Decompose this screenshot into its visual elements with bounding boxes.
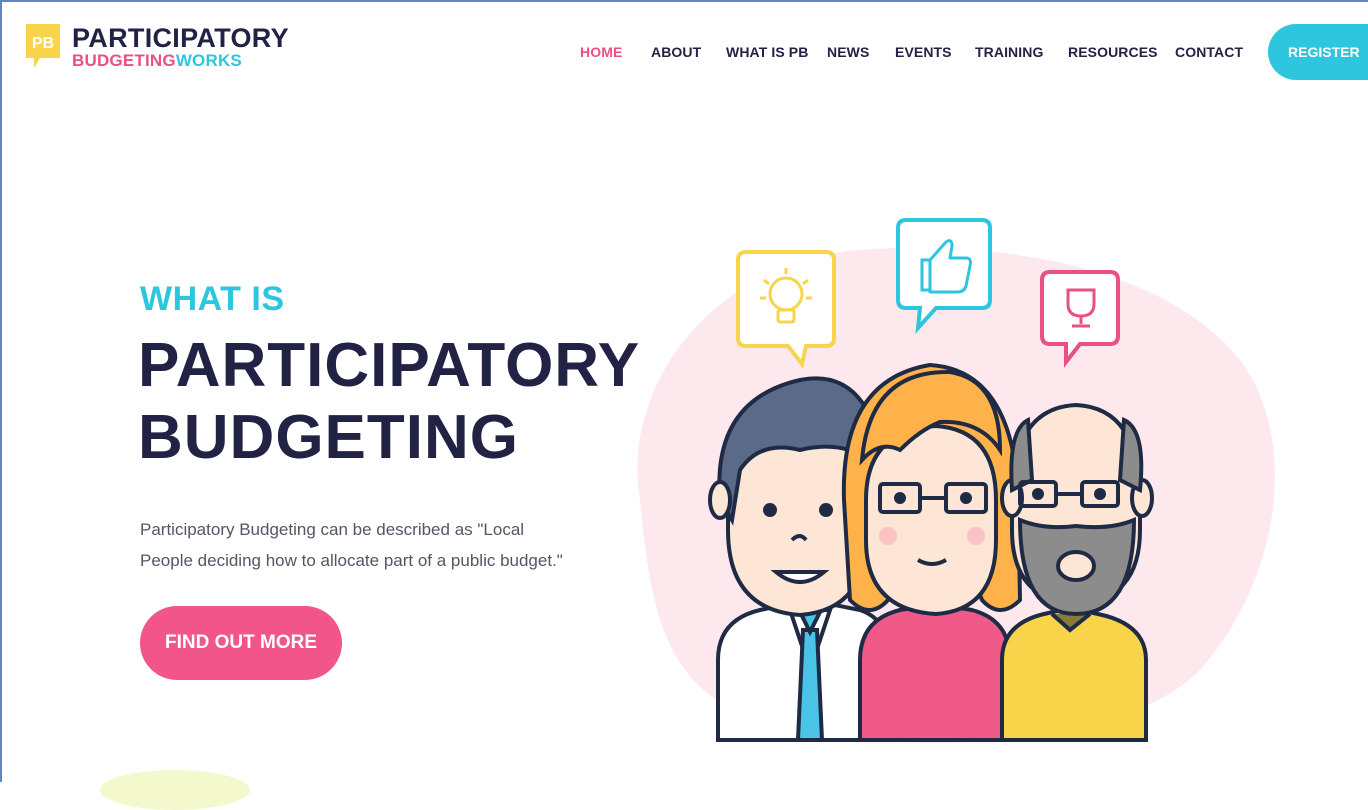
hero-title-line1: PARTICIPATORY bbox=[138, 331, 641, 400]
hero-illustration bbox=[637, 218, 1275, 743]
hero-kicker: WHAT IS bbox=[140, 280, 285, 318]
logo-speech-badge-icon: PB bbox=[26, 24, 60, 68]
hero-title: PARTICIPATORY BUDGETING bbox=[138, 330, 640, 474]
lightbulb-icon bbox=[736, 250, 836, 369]
hero-description: Participatory Budgeting can be described… bbox=[140, 520, 563, 570]
decorative-yellow-blob bbox=[100, 770, 250, 810]
svg-text:PB: PB bbox=[32, 35, 54, 52]
nav-home[interactable]: HOME bbox=[580, 44, 622, 60]
site-logo[interactable]: PB PARTICIPATORY BUDGETINGWORKS bbox=[26, 24, 289, 84]
logo-subtitle: BUDGETINGWORKS bbox=[72, 51, 242, 71]
woman-center-figure bbox=[841, 362, 1023, 742]
register-button[interactable]: REGISTER bbox=[1268, 24, 1368, 80]
logo-sub-budgeting: BUDGETING bbox=[72, 51, 176, 70]
nav-resources[interactable]: RESOURCES bbox=[1068, 44, 1158, 60]
find-out-more-button[interactable]: FIND OUT MORE bbox=[140, 606, 342, 680]
older-man-right-figure bbox=[1000, 402, 1154, 742]
nav-contact[interactable]: CONTACT bbox=[1175, 44, 1243, 60]
logo-sub-works: WORKS bbox=[175, 51, 242, 70]
nav-about[interactable]: ABOUT bbox=[651, 44, 701, 60]
logo-title: PARTICIPATORY bbox=[72, 23, 289, 53]
nav-what-is-pb[interactable]: WHAT IS PB bbox=[726, 44, 808, 60]
nav-events[interactable]: EVENTS bbox=[895, 44, 952, 60]
nav-training[interactable]: TRAINING bbox=[975, 44, 1043, 60]
hero-title-line2: BUDGETING bbox=[138, 403, 519, 472]
nav-news[interactable]: NEWS bbox=[827, 44, 869, 60]
